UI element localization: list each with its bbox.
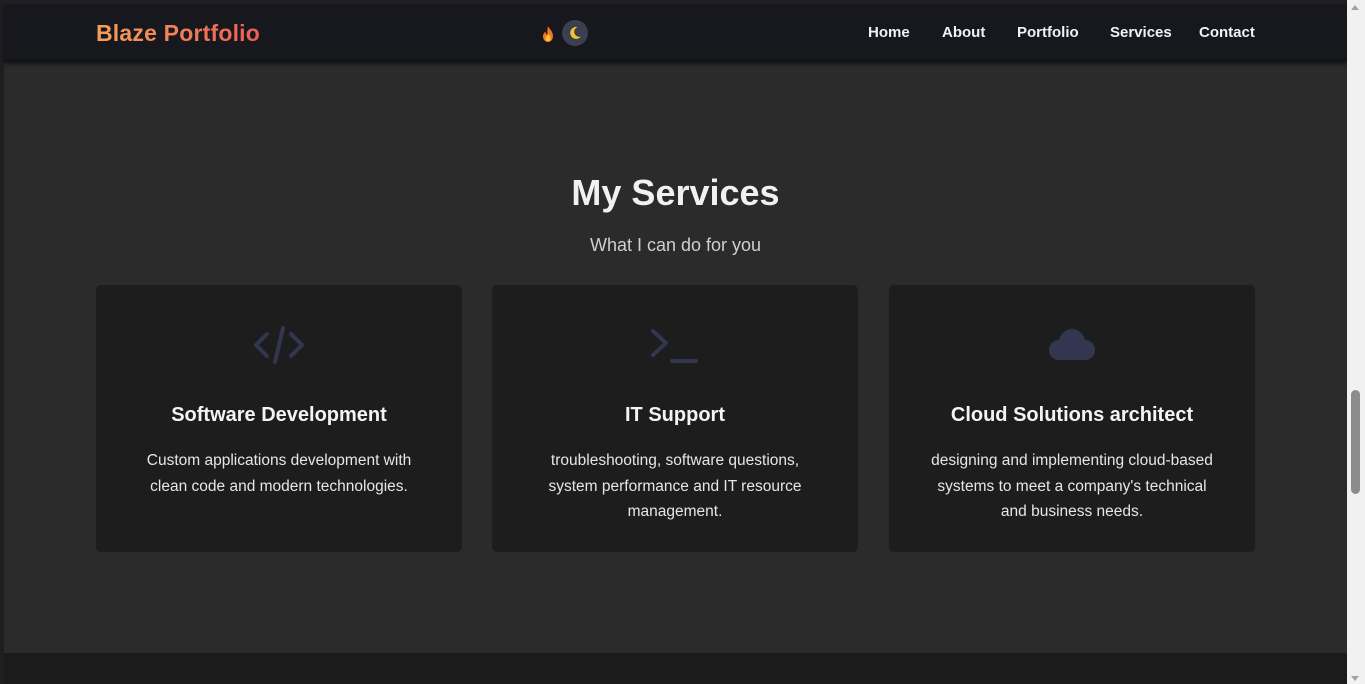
window-frame-left [0, 0, 4, 684]
service-description: Custom applications development with cle… [146, 452, 412, 495]
service-title: IT Support [625, 404, 725, 426]
nav-link-home[interactable]: Home [868, 24, 910, 41]
service-card-cloud-solutions: Cloud Solutions architect designing and … [889, 285, 1255, 552]
nav-link-about[interactable]: About [942, 24, 985, 41]
section-subtitle: What I can do for you [589, 235, 762, 255]
footer [4, 653, 1347, 684]
cloud-icon [889, 325, 1255, 369]
service-title: Cloud Solutions architect [950, 404, 1194, 426]
service-card-software-development: Software Development Custom applications… [96, 285, 462, 552]
navbar: Blaze Portfolio Home About Portfolio Ser… [4, 4, 1347, 61]
terminal-icon [492, 325, 858, 369]
nav-links: Home About Portfolio Services Contact [4, 24, 1347, 44]
nav-link-services[interactable]: Services [1110, 24, 1172, 41]
code-icon [96, 325, 462, 369]
section-title: My Services [571, 172, 780, 213]
service-title: Software Development [171, 404, 387, 426]
service-card-it-support: IT Support troubleshooting, software que… [492, 285, 858, 552]
nav-link-portfolio[interactable]: Portfolio [1017, 24, 1079, 41]
scroll-up-arrow-icon[interactable] [1351, 5, 1359, 10]
service-description: designing and implementing cloud-based s… [931, 452, 1213, 520]
vertical-scrollbar[interactable] [1347, 0, 1365, 684]
nav-link-contact[interactable]: Contact [1199, 24, 1255, 41]
service-description: troubleshooting, software questions, sys… [548, 452, 802, 520]
scrollbar-thumb[interactable] [1351, 390, 1360, 494]
scroll-down-arrow-icon[interactable] [1351, 676, 1359, 681]
